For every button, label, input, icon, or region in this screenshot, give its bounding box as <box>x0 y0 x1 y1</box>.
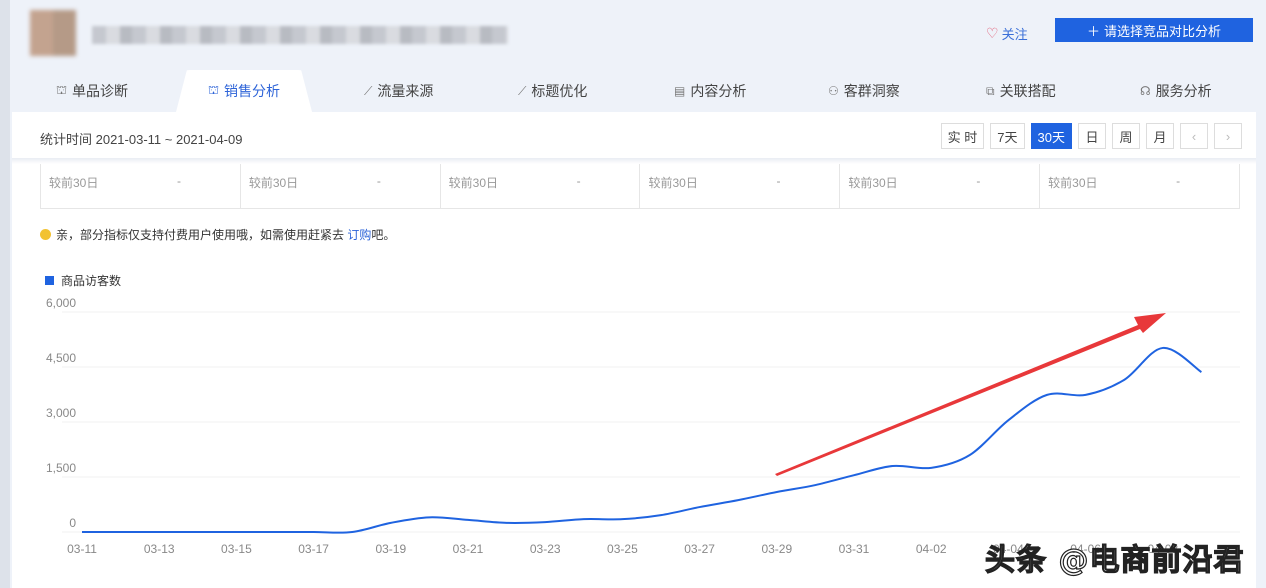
y-tick-label: 4,500 <box>46 351 76 365</box>
y-tick-label: 0 <box>69 516 76 530</box>
x-tick-label: 03-25 <box>607 542 638 556</box>
x-tick-label: 03-23 <box>530 542 561 556</box>
trend-arrow-icon <box>775 313 1166 476</box>
watermark: 头条 @电商前沿君 <box>985 535 1244 579</box>
y-tick-label: 3,000 <box>46 406 76 420</box>
x-tick-label: 03-17 <box>298 542 329 556</box>
series-line-visitors <box>82 348 1201 533</box>
x-tick-label: 03-11 <box>67 542 97 556</box>
x-tick-label: 03-31 <box>839 542 870 556</box>
y-tick-label: 6,000 <box>46 296 76 310</box>
y-tick-label: 1,500 <box>46 461 76 475</box>
visitors-line-chart: 0 1,500 3,000 4,500 6,000 03-11 03-13 03-15 03-1… <box>0 0 1266 588</box>
x-tick-label: 04-02 <box>916 542 947 556</box>
x-tick-label: 03-13 <box>144 542 175 556</box>
x-tick-label: 03-15 <box>221 542 252 556</box>
x-tick-label: 03-19 <box>375 542 406 556</box>
x-tick-label: 03-29 <box>761 542 792 556</box>
x-tick-label: 03-21 <box>453 542 484 556</box>
x-tick-label: 03-27 <box>684 542 715 556</box>
